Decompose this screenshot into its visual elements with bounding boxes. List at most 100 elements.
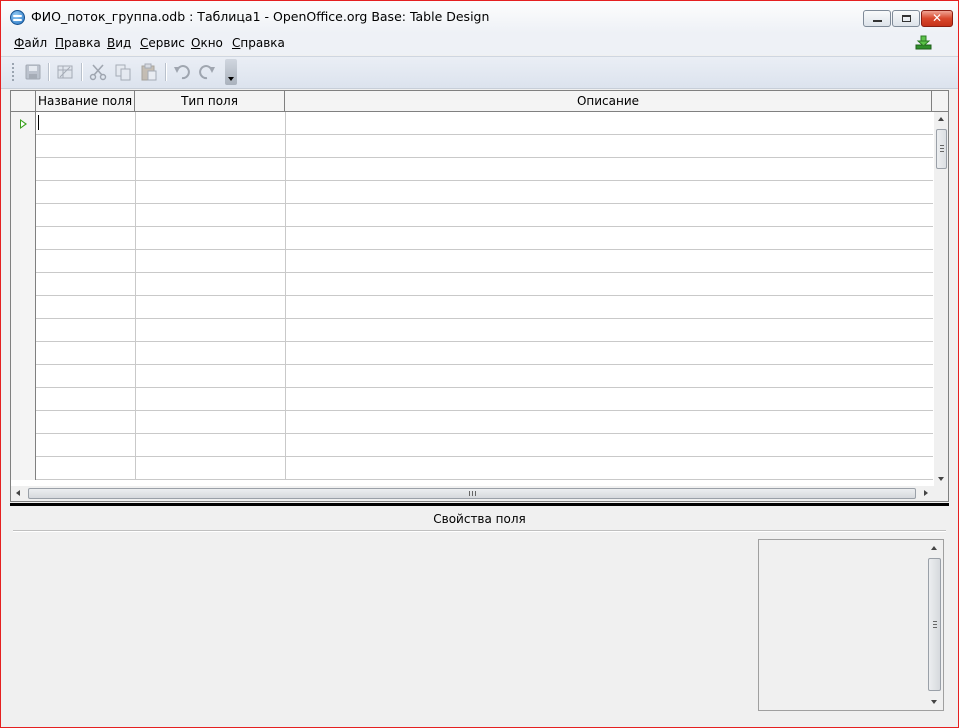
- table-row[interactable]: [11, 112, 933, 135]
- table-row[interactable]: [11, 342, 933, 365]
- column-header-description[interactable]: Описание: [285, 91, 932, 111]
- scroll-right-arrow-icon[interactable]: [918, 486, 933, 501]
- table-row[interactable]: [11, 227, 933, 250]
- header-corner[interactable]: [11, 91, 36, 111]
- table-row[interactable]: [11, 250, 933, 273]
- horizontal-scroll-thumb[interactable]: [28, 488, 916, 499]
- maximize-button[interactable]: [892, 10, 920, 27]
- pane-splitter[interactable]: [10, 503, 949, 506]
- row-header[interactable]: [11, 158, 36, 181]
- column-header-field-name[interactable]: Название поля: [36, 91, 135, 111]
- column-header-field-type[interactable]: Тип поля: [135, 91, 285, 111]
- minimize-button[interactable]: [863, 10, 891, 27]
- help-scroll-thumb[interactable]: [928, 558, 941, 691]
- toolbar-overflow-chevron-icon[interactable]: [225, 59, 237, 85]
- openoffice-base-icon: [10, 10, 25, 25]
- row-header[interactable]: [11, 319, 36, 342]
- row-header[interactable]: [11, 457, 36, 480]
- scroll-down-arrow-icon[interactable]: [934, 471, 948, 486]
- table-row[interactable]: [11, 158, 933, 181]
- row-header[interactable]: [11, 112, 36, 135]
- row-header[interactable]: [11, 296, 36, 319]
- paste-icon[interactable]: [139, 62, 159, 82]
- cell-divider: [135, 319, 136, 342]
- scroll-up-arrow-icon[interactable]: [934, 112, 948, 127]
- cell-divider: [135, 181, 136, 204]
- app-window: ФИО_поток_группа.odb : Таблица1 - OpenOf…: [0, 0, 959, 728]
- menu-window[interactable]: Окно: [191, 36, 223, 50]
- redo-icon[interactable]: [197, 62, 217, 82]
- menu-help[interactable]: Справка: [232, 36, 285, 50]
- row-header[interactable]: [11, 181, 36, 204]
- row-header[interactable]: [11, 434, 36, 457]
- cell-divider: [135, 112, 136, 135]
- menu-view[interactable]: Вид: [107, 36, 131, 50]
- table-row[interactable]: [11, 181, 933, 204]
- row-header[interactable]: [11, 342, 36, 365]
- field-properties-title: Свойства поля: [433, 512, 526, 526]
- cut-icon[interactable]: [88, 62, 108, 82]
- copy-icon[interactable]: [113, 62, 133, 82]
- scroll-up-arrow-icon[interactable]: [927, 541, 942, 556]
- scroll-left-arrow-icon[interactable]: [11, 486, 26, 501]
- cell-divider: [135, 457, 136, 480]
- toolbar-grip[interactable]: [12, 63, 14, 81]
- menu-file[interactable]: Файл: [14, 36, 47, 50]
- cell-divider: [135, 227, 136, 250]
- table-row[interactable]: [11, 434, 933, 457]
- close-button[interactable]: ✕: [921, 10, 953, 27]
- help-vertical-scrollbar[interactable]: [926, 540, 943, 710]
- cell-divider: [285, 135, 286, 158]
- grid-vertical-scrollbar[interactable]: [934, 112, 948, 486]
- toolbar-separator: [48, 63, 50, 81]
- cell-divider: [285, 158, 286, 181]
- grid-header: Название поля Тип поля Описание: [11, 91, 948, 112]
- cell-divider: [285, 319, 286, 342]
- table-row[interactable]: [11, 365, 933, 388]
- menu-edit[interactable]: Правка: [55, 36, 101, 50]
- vertical-scroll-thumb[interactable]: [936, 129, 947, 169]
- header-filler: [932, 91, 948, 111]
- field-help-text-area[interactable]: [758, 539, 944, 711]
- table-design-grid[interactable]: Название поля Тип поля Описание: [10, 90, 949, 502]
- download-update-icon[interactable]: [915, 35, 932, 50]
- cell-divider: [285, 181, 286, 204]
- table-row[interactable]: [11, 273, 933, 296]
- row-header[interactable]: [11, 250, 36, 273]
- row-header[interactable]: [11, 227, 36, 250]
- cell-divider: [285, 296, 286, 319]
- close-icon: ✕: [931, 11, 943, 25]
- cell-divider: [285, 457, 286, 480]
- table-row[interactable]: [11, 388, 933, 411]
- cell-divider: [285, 434, 286, 457]
- row-header[interactable]: [11, 365, 36, 388]
- title-bar: ФИО_поток_группа.odb : Таблица1 - OpenOf…: [1, 1, 958, 33]
- table-row[interactable]: [11, 457, 933, 480]
- cell-divider: [135, 158, 136, 181]
- table-row[interactable]: [11, 319, 933, 342]
- table-row[interactable]: [11, 296, 933, 319]
- cell-divider: [135, 411, 136, 434]
- cell-divider: [285, 112, 286, 135]
- table-row[interactable]: [11, 204, 933, 227]
- table-properties-icon[interactable]: [55, 62, 75, 82]
- row-header[interactable]: [11, 135, 36, 158]
- row-header[interactable]: [11, 411, 36, 434]
- cell-divider: [135, 296, 136, 319]
- minimize-icon: [873, 20, 882, 22]
- cell-divider: [135, 365, 136, 388]
- window-title: ФИО_поток_группа.odb : Таблица1 - OpenOf…: [31, 9, 490, 24]
- grid-horizontal-scrollbar[interactable]: [11, 486, 948, 501]
- undo-icon[interactable]: [172, 62, 192, 82]
- row-header[interactable]: [11, 204, 36, 227]
- row-header[interactable]: [11, 273, 36, 296]
- toolbar-separator: [165, 63, 167, 81]
- grid-rows: [11, 112, 933, 486]
- cell-divider: [285, 250, 286, 273]
- row-header[interactable]: [11, 388, 36, 411]
- menu-tools[interactable]: Сервис: [140, 36, 185, 50]
- scroll-down-arrow-icon[interactable]: [927, 694, 942, 709]
- save-icon[interactable]: [23, 62, 43, 82]
- table-row[interactable]: [11, 135, 933, 158]
- table-row[interactable]: [11, 411, 933, 434]
